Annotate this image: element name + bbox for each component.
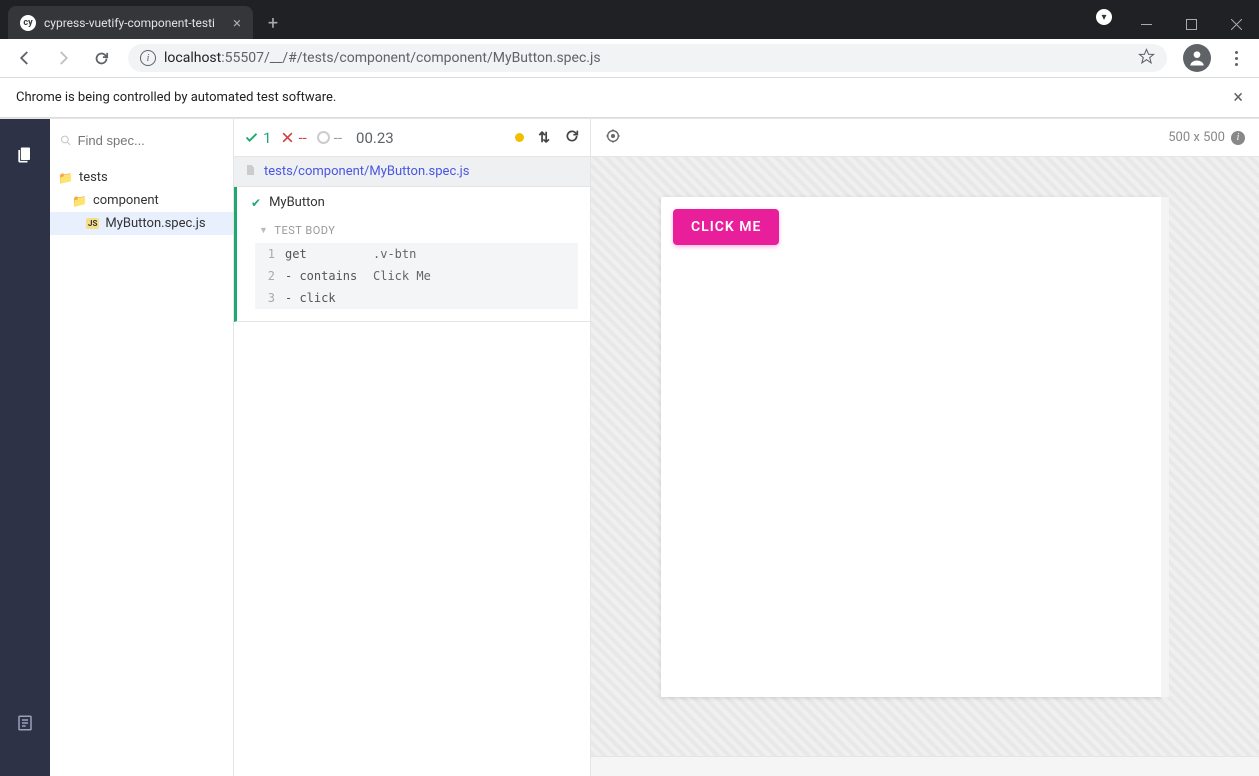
chevron-down-icon[interactable]: ▾ [1096,9,1112,25]
reporter-empty [234,322,590,776]
preview-panel: 500 x 500 i CLICK ME [591,119,1259,776]
window-controls: ▾ [1096,9,1259,39]
address-bar: i localhost:55507/__/#/tests/component/c… [0,39,1259,78]
tree-label: component [93,193,159,208]
infobar-close-icon[interactable]: × [1233,87,1243,108]
x-icon [281,131,294,144]
cmd-number: 3 [263,291,275,305]
aut-frame: CLICK ME [661,197,1161,697]
new-tab-button[interactable]: + [259,9,287,37]
tree-folder-tests[interactable]: 📁 tests [50,166,233,189]
reload-button[interactable] [84,41,118,75]
reporter-panel: 1 -- -- 00.23 ⇅ tests/component/MyButton… [234,119,591,776]
test-title-row[interactable]: ✔ MyButton [237,187,590,218]
command-log: 1 get .v-btn 2 - contains Click Me 3 - c… [255,243,578,309]
cmd-name: - contains [285,269,363,283]
browser-tab[interactable]: cy cypress-vuetify-component-testi × [8,6,253,39]
folder-icon: 📁 [58,171,73,185]
profile-avatar[interactable] [1183,44,1211,72]
pending-icon [317,131,330,144]
reporter-header: 1 -- -- 00.23 ⇅ [234,119,590,157]
stat-failed: -- [281,129,306,147]
docs-nav-icon[interactable] [16,714,34,736]
selector-playground-button[interactable] [605,128,621,148]
spec-file-header[interactable]: tests/component/MyButton.spec.js [234,157,590,187]
search-icon [60,134,72,147]
find-spec-input[interactable] [50,127,233,154]
infobar-message: Chrome is being controlled by automated … [16,90,336,105]
forward-button[interactable] [46,41,80,75]
cmd-number: 2 [263,269,275,283]
site-info-icon[interactable]: i [140,50,156,66]
test-block[interactable]: ✔ MyButton ▼ TEST BODY 1 get .v-btn 2 - … [234,187,590,322]
rerun-button[interactable] [564,128,580,148]
find-spec-field[interactable] [78,133,223,148]
spec-file-path: tests/component/MyButton.spec.js [264,164,470,179]
tree-label: tests [79,170,108,185]
left-rail [0,119,50,776]
folder-icon: 📁 [72,194,87,208]
cmd-name: get [285,247,363,261]
preview-body: CLICK ME [591,157,1259,756]
duration: 00.23 [356,129,394,147]
check-icon [244,130,259,145]
tab-title: cypress-vuetify-component-testi [44,16,225,30]
automation-infobar: Chrome is being controlled by automated … [0,78,1259,118]
tree-label: MyButton.spec.js [105,216,205,231]
auto-scroll-indicator-icon [515,133,524,142]
tree-file-mybutton[interactable]: JS MyButton.spec.js [50,212,233,235]
stat-pending: -- [317,129,342,147]
command-row[interactable]: 1 get .v-btn [255,243,578,265]
check-icon: ✔ [251,196,261,210]
app-main: 📁 tests 📁 component JS MyButton.spec.js … [0,118,1259,776]
tree-folder-component[interactable]: 📁 component [50,189,233,212]
stat-passed: 1 [244,129,271,147]
command-row[interactable]: 3 - click [255,287,578,309]
viewport-dimensions: 500 x 500 i [1168,130,1245,145]
bookmark-star-icon[interactable] [1138,48,1155,69]
js-file-icon: JS [86,218,99,229]
browser-menu-button[interactable] [1221,51,1251,66]
reporter-actions: ⇅ [515,128,580,148]
tab-strip: cy cypress-vuetify-component-testi × + [8,6,287,39]
back-button[interactable] [8,41,42,75]
spec-list-panel: 📁 tests 📁 component JS MyButton.spec.js [50,119,234,776]
spec-tree: 📁 tests 📁 component JS MyButton.spec.js [50,166,233,235]
url-field[interactable]: i localhost:55507/__/#/tests/component/c… [128,44,1167,72]
preview-footer [591,756,1259,776]
preview-header: 500 x 500 i [591,119,1259,157]
window-close-button[interactable] [1214,9,1259,39]
info-icon[interactable]: i [1231,131,1245,145]
cmd-message: .v-btn [373,247,416,261]
window-minimize-button[interactable] [1124,9,1169,39]
cmd-number: 1 [263,247,275,261]
click-me-button[interactable]: CLICK ME [673,209,779,245]
command-row[interactable]: 2 - contains Click Me [255,265,578,287]
specs-nav-icon[interactable] [15,145,35,169]
file-icon [244,163,256,181]
tab-favicon-icon: cy [20,15,36,31]
window-maximize-button[interactable] [1169,9,1214,39]
test-name: MyButton [269,195,325,210]
url-text: localhost:55507/__/#/tests/component/com… [164,50,1130,66]
caret-down-icon: ▼ [259,225,268,236]
window-titlebar: cy cypress-vuetify-component-testi × + ▾ [0,0,1259,39]
cmd-name: - click [285,291,363,305]
collapse-expand-icon[interactable]: ⇅ [538,130,550,146]
test-body-label[interactable]: ▼ TEST BODY [237,218,590,243]
cmd-message: Click Me [373,269,431,283]
tab-close-icon[interactable]: × [233,14,241,32]
